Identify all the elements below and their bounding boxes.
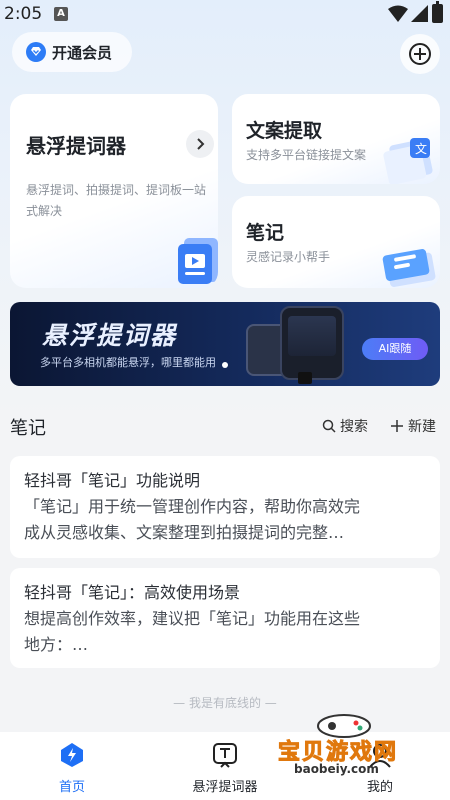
battery-icon <box>432 1 443 23</box>
prompter-illustration-icon <box>178 238 218 284</box>
note-item[interactable]: 轻抖哥「笔记」功能说明 「笔记」用于统一管理创作内容，帮助你高效完 成从灵感收集… <box>10 456 440 558</box>
tab-home[interactable]: 首页 <box>17 742 127 795</box>
note-item[interactable]: 轻抖哥「笔记」：高效使用场景 想提高创作效率，建议把「笔记」功能用在这些 地方：… <box>10 568 440 668</box>
new-note-button[interactable]: 新建 <box>390 416 436 436</box>
search-button[interactable]: 搜索 <box>322 416 368 436</box>
prompter-tab-icon <box>213 743 237 768</box>
end-of-list-text: — 我是有底线的 — <box>173 696 277 710</box>
carousel-dot <box>222 362 228 368</box>
wifi-icon <box>388 5 408 22</box>
notification-badge-icon: A <box>54 7 68 21</box>
vip-label: 开通会员 <box>52 43 113 62</box>
banner-ai-pill: AI跟随 <box>362 338 428 360</box>
note-body-line: 地方：… <box>24 635 89 654</box>
plus-circle-icon <box>409 43 431 65</box>
notes-section-title: 笔记 <box>10 418 46 439</box>
copy-extract-title: 文案提取 <box>246 120 323 142</box>
prompter-card-title: 悬浮提词器 <box>26 134 126 158</box>
add-button[interactable] <box>400 34 440 74</box>
document-illustration-icon: 文 <box>383 138 433 184</box>
tripod-image <box>298 372 312 384</box>
tab-prompter[interactable]: 悬浮提词器 <box>170 742 280 795</box>
carousel-indicator <box>222 362 228 368</box>
user-icon <box>369 744 391 768</box>
tab-bar: 首页 悬浮提词器 我的 <box>0 732 450 800</box>
notebook-illustration-icon <box>382 249 436 287</box>
tab-home-label: 首页 <box>58 780 85 795</box>
search-label: 搜索 <box>340 419 368 435</box>
home-bolt-icon <box>61 743 83 767</box>
phone-image <box>280 306 344 380</box>
signal-icon <box>411 5 428 22</box>
diamond-icon <box>26 42 46 62</box>
vip-button[interactable]: 开通会员 <box>12 32 132 72</box>
notes-card-title: 笔记 <box>246 222 285 244</box>
note-body: 想提高创作效率，建议把「笔记」功能用在这些 地方：… <box>24 606 426 658</box>
tab-mine-label: 我的 <box>366 780 393 795</box>
status-time: 2:05 <box>4 4 43 24</box>
status-bar: 2:05 A <box>0 0 450 30</box>
note-title: 轻抖哥「笔记」：高效使用场景 <box>24 583 241 602</box>
note-title: 轻抖哥「笔记」功能说明 <box>24 471 201 490</box>
banner-title: 悬浮提词器 <box>42 321 178 350</box>
banner-subtitle: 多平台多相机都能悬浮，哪里都能用 <box>40 356 216 369</box>
promo-banner[interactable]: 悬浮提词器 多平台多相机都能悬浮，哪里都能用 AI跟随 <box>10 302 440 386</box>
note-body-line: 想提高创作效率，建议把「笔记」功能用在这些 <box>24 609 361 628</box>
notes-card[interactable]: 笔记 灵感记录小帮手 <box>232 196 440 288</box>
note-body-line: 「笔记」用于统一管理创作内容，帮助你高效完 <box>24 497 361 516</box>
tab-mine[interactable]: 我的 <box>325 742 435 795</box>
svg-text:文: 文 <box>415 141 427 156</box>
notes-card-desc: 灵感记录小帮手 <box>246 250 331 264</box>
note-body: 「笔记」用于统一管理创作内容，帮助你高效完 成从灵感收集、文案整理到拍摄提词的完… <box>24 494 426 546</box>
copy-extract-desc: 支持多平台链接提文案 <box>246 148 367 162</box>
copy-extract-card[interactable]: 文案提取 支持多平台链接提文案 文 <box>232 94 440 184</box>
prompter-card-desc: 悬浮提词、拍摄提词、提词板一站式解决 <box>26 183 207 218</box>
prompter-card[interactable]: 悬浮提词器 悬浮提词、拍摄提词、提词板一站式解决 <box>10 94 218 288</box>
chevron-right-icon[interactable] <box>186 130 214 158</box>
search-icon <box>322 419 336 433</box>
tab-prompter-label: 悬浮提词器 <box>192 780 258 795</box>
note-body-line: 成从灵感收集、文案整理到拍摄提词的完整… <box>24 523 345 542</box>
new-label: 新建 <box>408 419 436 435</box>
plus-icon <box>391 420 403 432</box>
